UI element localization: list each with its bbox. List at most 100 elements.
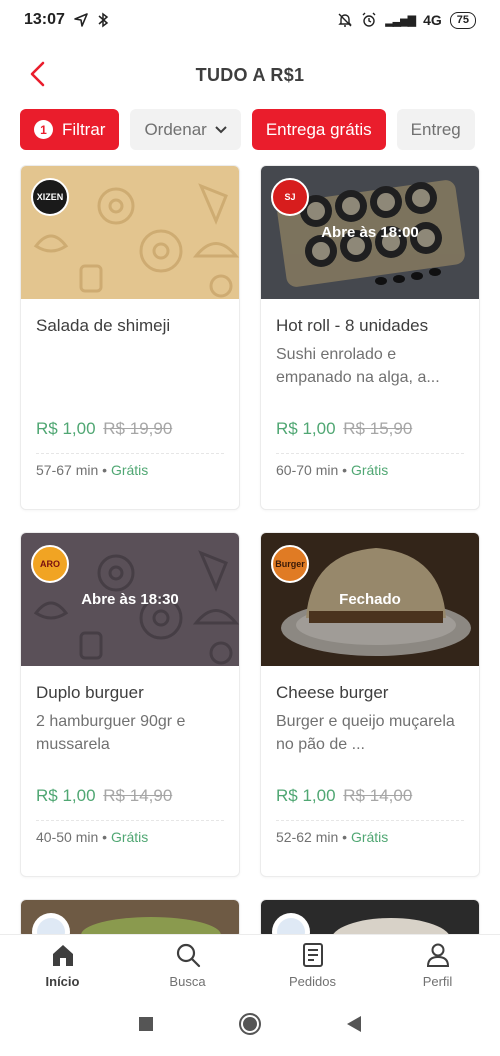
header: TUDO A R$1: [0, 52, 500, 98]
delivery-time: 40-50 min: [36, 829, 99, 845]
divider: [276, 820, 464, 821]
delivery-fee: Grátis: [350, 462, 389, 478]
circle-icon: [239, 1012, 261, 1035]
price-current: R$ 1,00: [36, 786, 96, 805]
nav-home-label: Início: [45, 974, 80, 989]
card-body: Duplo burguer 2 hamburguer 90gr e mussar…: [21, 666, 239, 876]
nav-orders-label: Pedidos: [289, 974, 336, 989]
closed-overlay: Abre às 18:30: [81, 591, 179, 608]
back-system-button[interactable]: [346, 1015, 362, 1038]
nav-home[interactable]: Início: [0, 935, 125, 996]
price-current: R$ 1,00: [276, 786, 336, 805]
filter-button[interactable]: 1 Filtrar: [20, 109, 120, 150]
card-body: Hot roll - 8 unidades Sushi enrolado e e…: [261, 299, 479, 509]
delivery-fee: Grátis: [110, 829, 149, 845]
back-button[interactable]: [22, 58, 54, 90]
price-original: R$ 19,90: [103, 419, 173, 438]
location-arrow-icon: [74, 13, 88, 27]
price-original: R$ 14,00: [343, 786, 413, 805]
mute-bell-icon: [338, 13, 352, 27]
partial-chip-label: Entreg: [410, 119, 461, 139]
bluetooth-icon: [98, 12, 109, 28]
price-original: R$ 15,90: [343, 419, 413, 438]
partial-chip[interactable]: Entreg: [396, 109, 475, 150]
product-card[interactable]: XIZEN Salada de shimeji R$ 1,00 R$ 19,90…: [20, 165, 240, 510]
search-icon: [176, 943, 200, 968]
nav-orders[interactable]: Pedidos: [250, 935, 375, 996]
page-title: TUDO A R$1: [195, 64, 305, 85]
card-body: Salada de shimeji R$ 1,00 R$ 19,90 57-67…: [21, 299, 239, 509]
system-nav-bar: [0, 996, 500, 1056]
profile-icon: [426, 943, 449, 967]
filter-count-badge: 1: [34, 120, 53, 139]
divider: [36, 453, 224, 454]
price-current: R$ 1,00: [36, 419, 96, 438]
product-image: SJ Abre às 18:00: [261, 166, 479, 299]
recent-apps-button[interactable]: [138, 1016, 154, 1037]
item-name: Salada de shimeji: [36, 316, 171, 335]
orders-icon: [302, 943, 323, 967]
product-card[interactable]: Burger Fechado Cheese burger Burger e qu…: [260, 532, 480, 877]
restaurant-logo: XIZEN: [31, 178, 69, 216]
order-button[interactable]: Ordenar: [130, 109, 241, 150]
filter-label: Filtrar: [62, 119, 106, 139]
price-current: R$ 1,00: [276, 419, 336, 438]
product-card-partial[interactable]: [20, 899, 240, 939]
free-delivery-label: Entrega grátis: [265, 119, 372, 139]
separator-dot: •: [342, 829, 348, 845]
nav-profile-label: Perfil: [422, 974, 453, 989]
item-name: Cheese burger: [276, 683, 389, 702]
status-time: 13:07: [24, 11, 65, 28]
product-image: XIZEN: [21, 166, 239, 299]
nav-search-label: Busca: [169, 974, 206, 989]
separator-dot: •: [102, 829, 108, 845]
network-type: 4G: [423, 12, 442, 28]
separator-dot: •: [342, 462, 348, 478]
order-label: Ordenar: [144, 119, 207, 139]
item-name: Duplo burguer: [36, 683, 144, 702]
alarm-icon: [362, 12, 376, 27]
item-description: Burger e queijo muçarela no pão de ...: [276, 713, 455, 753]
closed-overlay: Abre às 18:00: [321, 224, 419, 241]
price-row: R$ 1,00 R$ 19,90: [36, 419, 172, 439]
home-icon: [52, 945, 73, 966]
free-delivery-chip[interactable]: Entrega grátis: [251, 109, 386, 150]
price-row: R$ 1,00 R$ 15,90: [276, 419, 412, 439]
product-card[interactable]: ARO Abre às 18:30 Duplo burguer 2 hambur…: [20, 532, 240, 877]
delivery-info: 60-70 min • Grátis: [276, 462, 388, 478]
product-card[interactable]: SJ Abre às 18:00 Hot roll - 8 unidades S…: [260, 165, 480, 510]
delivery-time: 57-67 min: [36, 462, 99, 478]
divider: [36, 820, 224, 821]
bottom-nav: Início Busca Pedidos Perfil: [0, 934, 500, 996]
divider: [276, 453, 464, 454]
delivery-info: 52-62 min • Grátis: [276, 829, 388, 845]
delivery-fee: Grátis: [350, 829, 389, 845]
price-row: R$ 1,00 R$ 14,90: [36, 786, 172, 806]
status-left: 13:07: [24, 11, 109, 29]
item-description: 2 hamburguer 90gr e mussarela: [36, 713, 186, 753]
nav-profile[interactable]: Perfil: [375, 935, 500, 996]
product-image: ARO Abre às 18:30: [21, 533, 239, 666]
price-row: R$ 1,00 R$ 14,00: [276, 786, 412, 806]
card-body: Cheese burger Burger e queijo muçarela n…: [261, 666, 479, 876]
delivery-info: 40-50 min • Grátis: [36, 829, 148, 845]
status-right: ▂▃▅▇ 4G 75: [337, 11, 476, 29]
filter-chips: 1 Filtrar Ordenar Entrega grátis Entreg: [20, 109, 500, 151]
item-description: [36, 343, 224, 389]
chevron-left-icon: [30, 61, 45, 87]
product-card-partial[interactable]: [260, 899, 480, 939]
price-original: R$ 14,90: [103, 786, 173, 805]
signal-icon: ▂▃▅▇: [385, 14, 416, 27]
delivery-time: 60-70 min: [276, 462, 339, 478]
battery-level: 75: [449, 11, 476, 29]
separator-dot: •: [102, 462, 108, 478]
triangle-back-icon: [347, 1015, 361, 1032]
chevron-down-icon: [215, 125, 227, 134]
nav-search[interactable]: Busca: [125, 935, 250, 996]
item-name: Hot roll - 8 unidades: [276, 316, 429, 335]
delivery-info: 57-67 min • Grátis: [36, 462, 148, 478]
delivery-fee: Grátis: [110, 462, 149, 478]
square-icon: [139, 1016, 153, 1031]
status-bar: 13:07 ▂▃▅▇ 4G 75: [0, 0, 500, 40]
home-system-button[interactable]: [238, 1012, 262, 1041]
